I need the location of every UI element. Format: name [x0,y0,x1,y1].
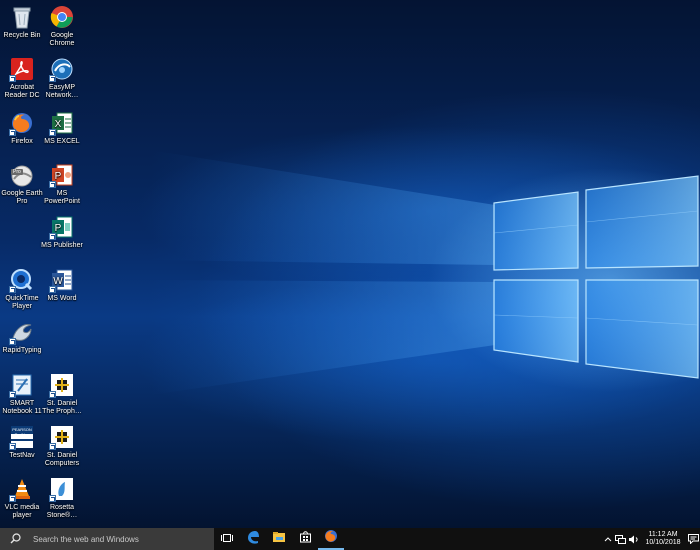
desktop-icon-label: Rosetta Stone®… [46,504,78,519]
desktop-icon-label: Recycle Bin [3,32,41,39]
taskbar: Search the web and Windows 11:12 AM 10/1… [0,528,700,550]
st-daniel-icon [49,372,75,398]
acrobat-icon [9,56,35,82]
firefox-icon [324,529,338,548]
easymp-icon [49,56,75,82]
task-view-icon [221,530,233,548]
desktop-icon-label: MS Publisher [41,242,83,249]
desktop-icon-label: MS EXCEL [44,138,80,145]
volume-icon[interactable] [627,528,640,550]
desktop-icon-google-earth-pro[interactable]: Pro Google Earth Pro [0,162,44,206]
shortcut-arrow-icon [9,75,16,82]
desktop-icon-ms-powerpoint[interactable]: P MS PowerPoint [40,162,84,206]
desktop-icon-firefox[interactable]: Firefox [0,110,44,146]
file-explorer-icon [272,530,286,548]
desktop-icon-label: Acrobat Reader DC [4,84,40,99]
system-tray: 11:12 AM 10/10/2018 [601,528,700,550]
testnav-icon: PEARSON TestNav [9,424,35,450]
desktop-icon-label: Google Earth Pro [1,190,43,205]
shortcut-arrow-icon [9,286,16,293]
clock-time: 11:12 AM [648,531,678,538]
chevron-up-icon[interactable] [601,528,614,550]
shortcut-arrow-icon [49,129,56,136]
search-placeholder: Search the web and Windows [33,534,139,544]
icon-badge: PEARSON TestNav [12,427,32,437]
shortcut-arrow-icon [9,391,16,398]
shortcut-arrow-icon [49,443,56,450]
shortcut-arrow-icon [49,181,56,188]
google-earth-icon: Pro [9,162,35,188]
firefox-icon [9,110,35,136]
desktop-icon-label: MS PowerPoint [44,190,80,205]
search-box[interactable]: Search the web and Windows [0,528,214,550]
shortcut-arrow-icon [49,286,56,293]
store-icon [299,530,312,548]
desktop-icon-label: EasyMP Network… [45,84,79,99]
windows-logo-light [150,150,699,395]
task-view-button[interactable] [214,528,240,550]
icon-badge: Pro [11,169,23,175]
desktop-icon-label: QuickTime Player [5,295,39,310]
desktop-icon-smart-notebook[interactable]: SMART Notebook 11 [0,372,44,416]
desktop-icon-acrobat-reader[interactable]: Acrobat Reader DC [0,56,44,100]
desktop-icon-testnav[interactable]: PEARSON TestNav TestNav [0,424,44,460]
desktop-icon-label: TestNav [9,452,35,459]
clock-date: 10/10/2018 [645,539,681,546]
edge-icon [246,530,260,549]
shortcut-arrow-icon [9,443,16,450]
desktop-icon-label: MS Word [47,295,77,302]
desktop-icon-quicktime[interactable]: QuickTime Player [0,267,44,311]
desktop-icon-vlc[interactable]: VLC media player [0,476,44,520]
desktop-icon-label: Firefox [11,138,33,145]
smart-notebook-icon [9,372,35,398]
rapidtyping-icon [9,319,35,345]
desktop-icon-ms-word[interactable]: W MS Word [40,267,84,303]
recycle-bin-icon [9,4,35,30]
desktop-icon-label: St. Daniel Computers [44,452,80,467]
quicktime-icon [9,267,35,293]
desktop-icon-label: RapidTyping [2,347,42,354]
desktop-icon-label: SMART Notebook 11 [2,400,42,415]
desktop-icon-st-daniel-the-prophet[interactable]: St. Daniel The Proph… [40,372,84,416]
firefox-taskbar-button[interactable] [318,528,344,550]
chrome-icon [49,4,75,30]
desktop-icon-label: St. Daniel The Proph… [42,400,82,415]
desktop-icon-ms-publisher[interactable]: P MS Publisher [40,214,84,250]
edge-button[interactable] [240,528,266,550]
publisher-icon: P [49,214,75,240]
desktop-icon-st-daniel-computers[interactable]: St. Daniel Computers [40,424,84,468]
shortcut-arrow-icon [49,495,56,502]
desktop-wallpaper [0,0,700,528]
shortcut-arrow-icon [9,495,16,502]
desktop-icon-ms-excel[interactable]: X MS EXCEL [40,110,84,146]
powerpoint-icon: P [49,162,75,188]
search-icon [10,533,21,546]
shortcut-arrow-icon [49,233,56,240]
file-explorer-button[interactable] [266,528,292,550]
desktop-icon-rapidtyping[interactable]: RapidTyping [0,319,44,355]
desktop-icon-google-chrome[interactable]: Google Chrome [40,4,84,48]
store-button[interactable] [292,528,318,550]
word-icon: W [49,267,75,293]
action-center-icon[interactable] [686,528,700,550]
st-daniel-icon [49,424,75,450]
rosetta-stone-icon [49,476,75,502]
excel-icon: X [49,110,75,136]
shortcut-arrow-icon [9,338,16,345]
clock[interactable]: 11:12 AM 10/10/2018 [640,531,686,547]
network-icon[interactable] [614,528,627,550]
vlc-icon [9,476,35,502]
shortcut-arrow-icon [49,75,56,82]
shortcut-arrow-icon [9,129,16,136]
desktop-icon-recycle-bin[interactable]: Recycle Bin [0,4,44,40]
shortcut-arrow-icon [49,391,56,398]
desktop-icon-label: VLC media player [4,504,40,519]
desktop-icon-easymp[interactable]: EasyMP Network… [40,56,84,100]
desktop-icon-rosetta-stone[interactable]: Rosetta Stone®… [40,476,84,520]
desktop-icon-label: Google Chrome [49,32,75,47]
